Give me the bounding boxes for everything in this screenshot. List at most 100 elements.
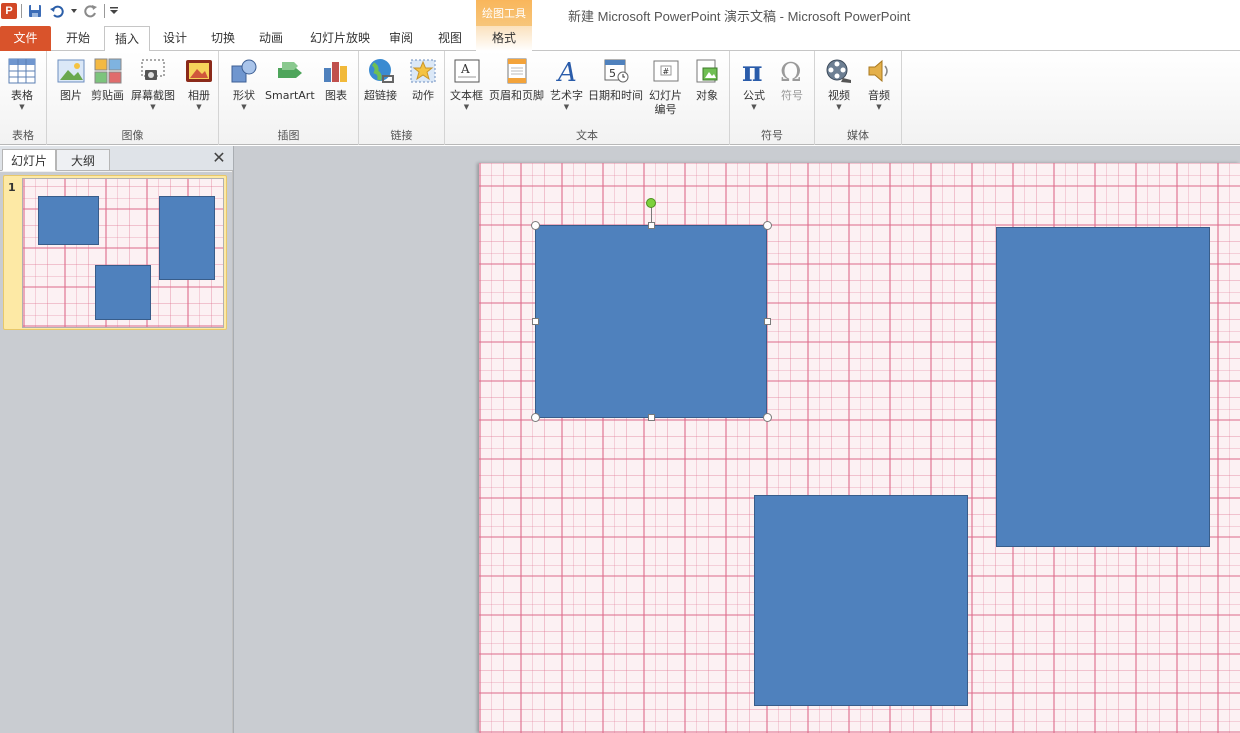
- resize-handle-top-right[interactable]: [763, 221, 772, 230]
- film-reel-icon: [823, 55, 855, 87]
- tab-view[interactable]: 视图: [430, 26, 470, 51]
- resize-handle-bottom-right[interactable]: [763, 413, 772, 422]
- tab-insert[interactable]: 插入: [104, 26, 150, 52]
- drawing-tools-context-label: 绘图工具: [476, 0, 532, 27]
- svg-text:A: A: [556, 58, 577, 84]
- save-icon[interactable]: [26, 2, 44, 20]
- resize-handle-top-left[interactable]: [531, 221, 540, 230]
- group-label-links: 链接: [390, 129, 413, 142]
- screenshot-icon: [137, 55, 169, 87]
- action-button[interactable]: 动作: [407, 55, 439, 103]
- group-symbols: π 公式 ▼ Ω 符号 符号: [730, 51, 815, 145]
- dropdown-arrow-icon: ▼: [150, 103, 156, 111]
- tab-slides[interactable]: 幻灯片: [2, 149, 56, 171]
- qat-separator: [104, 4, 105, 18]
- slide-canvas[interactable]: [479, 163, 1240, 733]
- dropdown-arrow-icon: ▼: [836, 103, 842, 111]
- symbol-button[interactable]: Ω 符号: [776, 55, 808, 103]
- tab-review[interactable]: 审阅: [382, 26, 420, 51]
- svg-text:5: 5: [609, 67, 616, 80]
- svg-text:π: π: [742, 57, 763, 85]
- group-tables: 表格 ▼ 表格: [0, 51, 47, 145]
- object-icon: [691, 55, 723, 87]
- group-label-tables: 表格: [12, 129, 34, 142]
- header-footer-icon: [501, 55, 533, 87]
- rectangle-shape[interactable]: [996, 227, 1210, 547]
- tab-animations[interactable]: 动画: [250, 26, 292, 51]
- action-star-icon: [407, 55, 439, 87]
- thumbnail-shape: [95, 265, 151, 320]
- rotation-handle[interactable]: [646, 198, 656, 208]
- tab-home[interactable]: 开始: [56, 26, 100, 51]
- slide-thumbnail[interactable]: [22, 178, 224, 328]
- redo-icon[interactable]: [82, 2, 100, 20]
- audio-button[interactable]: 音频 ▼: [863, 55, 895, 111]
- slide-number: 1: [8, 181, 16, 194]
- tab-slideshow[interactable]: 幻灯片放映: [300, 26, 380, 51]
- slide-number-label-line1: 幻灯片: [649, 89, 682, 102]
- svg-text:#: #: [662, 67, 669, 76]
- hyperlink-button[interactable]: 超链接: [364, 55, 397, 103]
- rectangle-shape[interactable]: [754, 495, 968, 706]
- quick-access-toolbar: P: [0, 0, 119, 22]
- header-footer-button[interactable]: 页眉和页脚: [489, 55, 544, 103]
- calendar-clock-icon: 5: [600, 55, 632, 87]
- table-button[interactable]: 表格 ▼: [6, 55, 38, 111]
- resize-handle-right[interactable]: [764, 318, 771, 325]
- globe-link-icon: [365, 55, 397, 87]
- tab-transitions[interactable]: 切换: [202, 26, 244, 51]
- shapes-button[interactable]: 形状 ▼: [228, 55, 260, 111]
- dropdown-arrow-icon: ▼: [876, 103, 882, 111]
- table-icon: [6, 55, 38, 87]
- slide-number-button[interactable]: # 幻灯片 编号: [649, 55, 682, 117]
- slide-number-icon: #: [650, 55, 682, 87]
- thumbnail-shape: [38, 196, 99, 245]
- powerpoint-logo-icon[interactable]: P: [1, 3, 17, 19]
- album-button[interactable]: 相册 ▼: [183, 55, 215, 111]
- date-time-button[interactable]: 5 日期和时间: [588, 55, 643, 103]
- video-button[interactable]: 视频 ▼: [823, 55, 855, 111]
- equation-button[interactable]: π 公式 ▼: [738, 55, 770, 111]
- group-links: 超链接 动作 链接: [359, 51, 445, 145]
- object-button[interactable]: 对象: [691, 55, 723, 103]
- tab-outline[interactable]: 大纲: [56, 149, 110, 171]
- resize-handle-top[interactable]: [648, 222, 655, 229]
- ribbon: 表格 ▼ 表格 图片 剪贴画 屏幕截图 ▼ 相册 ▼ 图像 形状 ▼ Smart…: [0, 51, 1240, 145]
- qat-separator: [21, 4, 22, 18]
- picture-button[interactable]: 图片: [55, 55, 87, 103]
- shapes-icon: [228, 55, 260, 87]
- group-images: 图片 剪贴画 屏幕截图 ▼ 相册 ▼ 图像: [47, 51, 219, 145]
- dropdown-arrow-icon: ▼: [463, 103, 470, 111]
- slide-number-label-line2: 编号: [654, 103, 677, 116]
- selected-rectangle-shape[interactable]: [535, 225, 767, 418]
- resize-handle-bottom[interactable]: [648, 414, 655, 421]
- dropdown-arrow-icon: ▼: [563, 103, 570, 111]
- smartart-button[interactable]: SmartArt: [265, 55, 315, 103]
- undo-dropdown-icon[interactable]: [70, 2, 78, 20]
- group-label-text: 文本: [576, 129, 598, 142]
- textbox-icon: A: [451, 55, 483, 87]
- resize-handle-left[interactable]: [532, 318, 539, 325]
- dropdown-arrow-icon: ▼: [19, 103, 25, 111]
- group-media: 视频 ▼ 音频 ▼ 媒体: [815, 51, 902, 145]
- clipart-button[interactable]: 剪贴画: [91, 55, 124, 103]
- omega-symbol-icon: Ω: [776, 55, 808, 87]
- screenshot-button[interactable]: 屏幕截图 ▼: [131, 55, 175, 111]
- tab-design[interactable]: 设计: [154, 26, 196, 51]
- undo-icon[interactable]: [48, 2, 66, 20]
- tab-file[interactable]: 文件: [0, 26, 51, 51]
- chart-button[interactable]: 图表: [320, 55, 352, 103]
- textbox-button[interactable]: A 文本框 ▼: [450, 55, 483, 111]
- title-bar: P 绘图工具 新建 Microsoft PowerPoint 演示文稿 - Mi…: [0, 0, 1240, 27]
- wordart-button[interactable]: A 艺术字 ▼: [550, 55, 583, 111]
- customize-qat-icon[interactable]: [109, 2, 119, 20]
- chart-icon: [320, 55, 352, 87]
- group-label-symbols: 符号: [761, 129, 783, 142]
- tab-format[interactable]: 格式: [476, 26, 532, 51]
- pane-tabs: 幻灯片 大纲 ✕: [0, 146, 233, 171]
- dropdown-arrow-icon: ▼: [241, 103, 247, 111]
- window-title: 新建 Microsoft PowerPoint 演示文稿 - Microsoft…: [568, 9, 911, 24]
- pi-equation-icon: π: [738, 55, 770, 87]
- close-icon[interactable]: ✕: [211, 150, 227, 166]
- resize-handle-bottom-left[interactable]: [531, 413, 540, 422]
